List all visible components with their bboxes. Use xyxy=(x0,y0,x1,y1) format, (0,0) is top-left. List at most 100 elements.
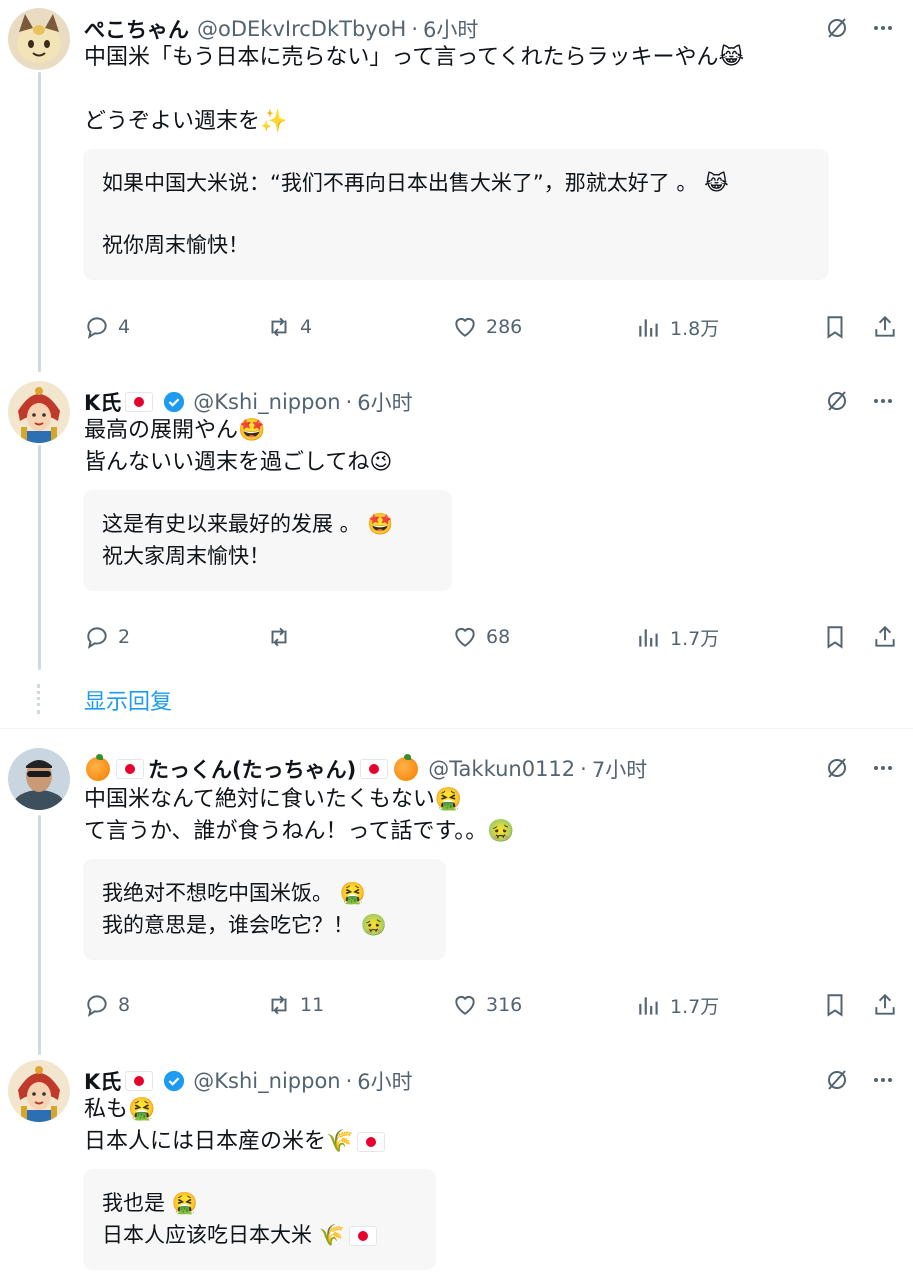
post-text-segment: 日本人には日本産の米を🌾 xyxy=(84,1129,354,1154)
like-button[interactable]: 68 xyxy=(452,624,510,650)
translation-line: 祝大家周末愉快！ xyxy=(102,544,270,568)
more-options-icon[interactable] xyxy=(871,389,895,413)
display-name[interactable]: K氏 xyxy=(84,387,121,417)
translation-box: 如果中国大米说：“我们不再向日本出售大米了”，那就太好了 。 😹 祝你周末愉快！ xyxy=(83,149,829,280)
japan-flag-icon xyxy=(360,759,389,779)
user-handle[interactable]: @oDEkvIrcDkTbyoH xyxy=(197,17,406,41)
translation-line: 我绝对不想吃中国米饭。 🤮 xyxy=(102,881,366,905)
share-button[interactable] xyxy=(872,624,906,650)
timestamp[interactable]: 7小时 xyxy=(592,754,647,784)
grok-icon[interactable] xyxy=(825,756,849,780)
share-icon xyxy=(875,315,895,337)
bookmark-button[interactable] xyxy=(822,314,856,340)
avatar-figure-icon xyxy=(8,1060,70,1122)
share-button[interactable] xyxy=(872,314,906,340)
post-text-line: 皆んないい週末を過ごしてね😉 xyxy=(84,450,393,475)
verified-badge-icon[interactable] xyxy=(163,391,185,413)
show-replies-link[interactable]: 显示回复 xyxy=(84,684,172,716)
views-icon xyxy=(639,996,658,1015)
post-actions: 4 4 286 1.8万 xyxy=(84,314,904,344)
like-button[interactable]: 316 xyxy=(452,992,522,1018)
repost-count: 4 xyxy=(300,316,313,338)
timestamp[interactable]: 6小时 xyxy=(423,14,478,44)
bookmark-icon xyxy=(827,316,843,339)
verified-badge-icon[interactable] xyxy=(163,1070,185,1092)
translation-line: 日本人应该吃日本大米 🌾 xyxy=(102,1219,436,1251)
post-corner-actions xyxy=(825,756,895,780)
view-count: 1.7万 xyxy=(670,996,720,1018)
display-name[interactable]: ぺこちゃん xyxy=(84,14,189,44)
heart-icon xyxy=(455,317,475,337)
display-name[interactable]: たっくん(たっちゃん) xyxy=(148,754,356,784)
post-header: K氏 @Kshi_nippon · 6小时 xyxy=(84,1066,413,1096)
grok-icon[interactable] xyxy=(825,16,849,40)
japan-flag-icon xyxy=(357,1132,386,1152)
avatar[interactable] xyxy=(8,8,70,70)
japan-flag-icon xyxy=(125,1071,154,1091)
views-button[interactable]: 1.7万 xyxy=(636,624,719,651)
translation-box: 我也是 🤮 日本人应该吃日本大米 🌾 xyxy=(83,1169,436,1270)
grok-icon[interactable] xyxy=(825,389,849,413)
avatar[interactable] xyxy=(8,381,70,443)
avatar[interactable] xyxy=(8,1060,70,1122)
reply-button[interactable]: 8 xyxy=(84,992,130,1018)
repost-button[interactable]: 11 xyxy=(266,992,324,1018)
post-corner-actions xyxy=(825,389,895,413)
post-text: 中国米なんて絶対に食いたくもない🤮 て言うか、誰が食うねん！って話です。。🤢 xyxy=(84,784,515,848)
grok-icon[interactable] xyxy=(825,1068,849,1092)
translation-box: 我绝对不想吃中国米饭。 🤮 我的意思是，谁会吃它？！ 🤢 xyxy=(83,859,446,960)
orange-icon xyxy=(394,754,419,781)
more-options-icon[interactable] xyxy=(871,1068,895,1092)
timestamp[interactable]: 6小时 xyxy=(357,1066,412,1096)
separator-dot: · xyxy=(345,390,353,414)
user-handle[interactable]: @Takkun0112 xyxy=(428,757,575,781)
avatar[interactable] xyxy=(8,748,70,810)
view-count: 1.8万 xyxy=(670,318,720,340)
reply-button[interactable]: 4 xyxy=(84,314,130,340)
avatar-cat-icon xyxy=(8,8,70,70)
share-button[interactable] xyxy=(872,992,906,1018)
post-text: 私も🤮 日本人には日本産の米を🌾 xyxy=(84,1094,389,1158)
bookmark-icon xyxy=(827,994,843,1017)
views-button[interactable]: 1.7万 xyxy=(636,992,719,1019)
like-button[interactable]: 286 xyxy=(452,314,522,340)
repost-button[interactable] xyxy=(266,624,300,650)
more-options-icon[interactable] xyxy=(871,756,895,780)
reply-button[interactable]: 2 xyxy=(84,624,130,650)
views-icon xyxy=(639,318,658,337)
bookmark-button[interactable] xyxy=(822,992,856,1018)
post-text-line: て言うか、誰が食うねん！って話です。。🤢 xyxy=(84,819,515,844)
repost-icon xyxy=(271,627,287,647)
views-icon xyxy=(639,628,658,647)
bookmark-button[interactable] xyxy=(822,624,856,650)
translation-line: 如果中国大米说：“我们不再向日本出售大米了”，那就太好了 。 😹 xyxy=(102,171,729,195)
separator-dot: · xyxy=(345,1069,353,1093)
translation-line: 我的意思是，谁会吃它？！ 🤢 xyxy=(102,913,387,937)
share-icon xyxy=(875,993,895,1015)
post-text-segment: 私も🤮 xyxy=(84,1097,156,1122)
user-handle[interactable]: @Kshi_nippon xyxy=(193,390,340,414)
reply-icon xyxy=(87,627,107,649)
translation-line xyxy=(102,199,829,229)
like-count: 68 xyxy=(486,626,511,648)
japan-flag-icon xyxy=(348,1226,377,1246)
more-options-icon[interactable] xyxy=(871,16,895,40)
post-text: 中国米「もう日本に売らない」って言ってくれたらラッキーやん😹 どうぞよい週末を✨ xyxy=(84,42,744,138)
repost-button[interactable]: 4 xyxy=(266,314,312,340)
views-button[interactable]: 1.8万 xyxy=(636,314,719,341)
post-text-line: どうぞよい週末を✨ xyxy=(84,109,288,134)
translation-line: 祝你周末愉快！ xyxy=(102,233,249,257)
display-name[interactable]: K氏 xyxy=(84,1066,121,1096)
repost-icon xyxy=(271,317,287,337)
user-handle[interactable]: @Kshi_nippon xyxy=(193,1069,340,1093)
separator-dot: · xyxy=(411,17,419,41)
post-actions: 2 68 1.7万 xyxy=(84,624,904,654)
bookmark-icon xyxy=(827,626,843,649)
post-text-line: 日本人には日本産の米を🌾 xyxy=(84,1126,389,1158)
timestamp[interactable]: 6小时 xyxy=(357,387,412,417)
thread-line xyxy=(38,445,41,670)
post-text-line: 中国米「もう日本に売らない」って言ってくれたらラッキーやん😹 xyxy=(84,45,745,70)
reply-count: 4 xyxy=(118,316,131,338)
reply-icon xyxy=(87,317,107,339)
thread-line xyxy=(38,815,41,1055)
